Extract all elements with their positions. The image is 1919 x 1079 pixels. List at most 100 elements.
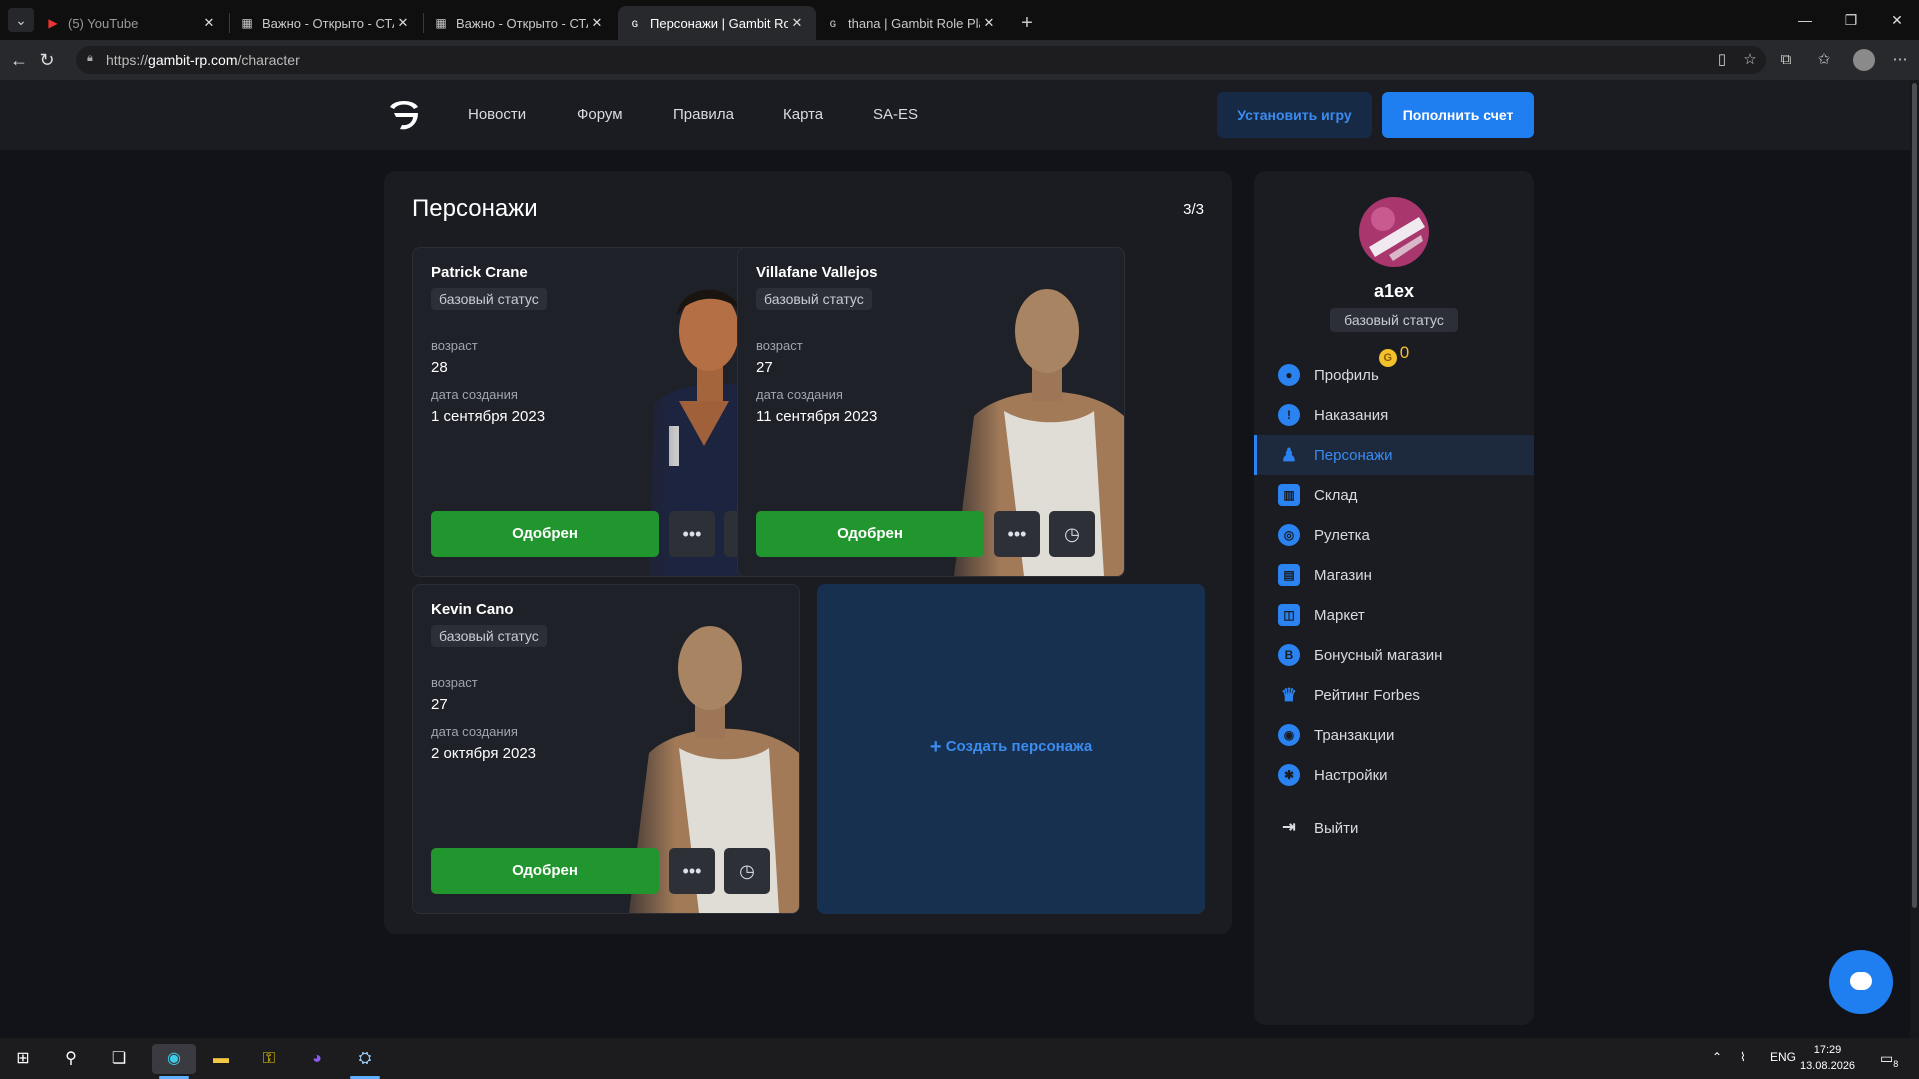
restore-window-icon[interactable]: ❐ — [1828, 8, 1874, 32]
windows-start-icon[interactable]: ⊞ — [8, 1044, 38, 1074]
gambit-icon: ɢ — [829, 16, 837, 30]
sidebar-item-store[interactable]: ▤ Магазин — [1254, 555, 1534, 595]
sidebar-item-bonus-store[interactable]: B Бонусный магазин — [1254, 635, 1534, 675]
character-card: Kevin Cano базовый статус возраст 27 дат… — [412, 584, 800, 914]
sidebar-item-punishments[interactable]: ! Наказания — [1254, 395, 1534, 435]
browser-address-bar: ← ↻ 🔒︎ https://gambit-rp.com/character ▯… — [0, 40, 1919, 80]
more-options-button[interactable]: ••• — [669, 511, 715, 557]
lock-app-icon[interactable]: ⚿ — [254, 1044, 284, 1074]
notifications-icon[interactable]: ▭8 — [1880, 1050, 1898, 1069]
tray-overflow-chevron-icon[interactable]: ⌃ — [1712, 1050, 1722, 1064]
plus-icon: + — [929, 736, 942, 758]
browser-profile-avatar[interactable] — [1853, 49, 1875, 71]
tab-youtube[interactable]: ▶ (5) YouTube ✕ — [36, 6, 228, 40]
support-chat-button[interactable] — [1829, 950, 1893, 1014]
close-tab-icon[interactable]: ✕ — [394, 15, 412, 31]
sidebar-item-label: Персонажи — [1314, 446, 1393, 464]
top-up-balance-button[interactable]: Пополнить счет — [1382, 92, 1534, 138]
sidebar-item-market[interactable]: ◫ Маркет — [1254, 595, 1534, 635]
edge-browser-icon[interactable]: ◉ — [152, 1044, 196, 1074]
age-value: 28 — [431, 359, 448, 376]
history-button[interactable]: ◷ — [724, 848, 770, 894]
more-options-button[interactable]: ••• — [994, 511, 1040, 557]
bonus-icon: B — [1278, 644, 1300, 666]
avatar[interactable] — [1359, 197, 1429, 267]
tab-characters[interactable]: ɢ Персонажи | Gambit Role Play ✕ — [618, 6, 816, 40]
created-date-label: дата создания — [756, 387, 843, 402]
nav-sa-es[interactable]: SA-ES — [873, 106, 918, 123]
nav-rules[interactable]: Правила — [673, 106, 734, 123]
windows-taskbar: ⊞ ⚲ ❏ ◉ ▬ ⚿ ◕ ⛭ ⌃ ⌇ ENG 17:29 13.08.2026… — [0, 1038, 1919, 1079]
sidebar-item-label: Рейтинг Forbes — [1314, 686, 1420, 704]
minimize-window-icon[interactable]: — — [1782, 8, 1828, 32]
sidebar-item-settings[interactable]: ✱ Настройки — [1254, 755, 1534, 795]
age-label: возраст — [431, 675, 478, 690]
age-label: возраст — [431, 338, 478, 353]
page-scrollbar-thumb[interactable] — [1912, 83, 1917, 908]
approved-status-button[interactable]: Одобрен — [431, 511, 659, 557]
more-options-button[interactable]: ••• — [669, 848, 715, 894]
discord-icon[interactable]: ◕ — [302, 1044, 332, 1074]
transactions-icon: ◉ — [1278, 724, 1300, 746]
approved-status-button[interactable]: Одобрен — [756, 511, 984, 557]
status-badge: базовый статус — [431, 625, 547, 647]
created-date-value: 2 октября 2023 — [431, 745, 536, 762]
character-card: Villafane Vallejos базовый статус возрас… — [737, 247, 1125, 577]
sidebar-item-label: Маркет — [1314, 606, 1365, 624]
taskbar-clock[interactable]: 17:29 13.08.2026 — [1800, 1042, 1855, 1074]
file-explorer-icon[interactable]: ▬ — [206, 1044, 236, 1074]
favorites-bar-icon[interactable]: ✩ — [1814, 50, 1834, 70]
close-tab-icon[interactable]: ✕ — [980, 15, 998, 31]
steam-icon[interactable]: ⛭ — [350, 1044, 380, 1074]
history-button[interactable]: ◷ — [1049, 511, 1095, 557]
extensions-icon[interactable]: ⧉ — [1776, 50, 1796, 70]
sidebar-item-profile[interactable]: ● Профиль — [1254, 355, 1534, 395]
site-info-icon[interactable]: 🔒︎ — [87, 52, 101, 66]
sidebar-item-forbes-rating[interactable]: ♛ Рейтинг Forbes — [1254, 675, 1534, 715]
sidebar-item-label: Настройки — [1314, 766, 1388, 784]
username: a1ex — [1373, 281, 1415, 301]
back-arrow-icon[interactable]: ← — [8, 49, 30, 71]
created-date-label: дата создания — [431, 724, 518, 739]
account-sidebar: a1ex базовый статус G0 ● Профиль ! Наказ… — [1254, 171, 1534, 1025]
sidebar-item-logout[interactable]: ⇥ Выйти — [1254, 808, 1534, 848]
sidebar-item-label: Рулетка — [1314, 526, 1370, 544]
tab-forum-2[interactable]: ▦ Важно - Открыто - СТАРТОВЫЙ ... ✕ — [424, 6, 616, 40]
more-dots-icon: ••• — [1007, 524, 1027, 544]
network-icon[interactable]: ⌇ — [1740, 1050, 1746, 1064]
close-window-icon[interactable]: ✕ — [1874, 8, 1919, 32]
sidebar-item-label: Наказания — [1314, 406, 1389, 424]
refresh-icon[interactable]: ↻ — [36, 49, 58, 71]
character-name: Kevin Cano — [431, 601, 514, 618]
tab-actions-menu-button[interactable]: ⌄ — [8, 8, 34, 32]
gambit-logo-icon[interactable] — [384, 95, 424, 135]
task-view-icon[interactable]: ❏ — [104, 1044, 134, 1074]
close-tab-icon[interactable]: ✕ — [588, 15, 606, 31]
favorite-star-icon[interactable]: ☆ — [1740, 50, 1760, 70]
nav-news[interactable]: Новости — [468, 106, 526, 123]
nav-forum[interactable]: Форум — [577, 106, 623, 123]
url-field[interactable]: 🔒︎ https://gambit-rp.com/character — [76, 46, 1766, 74]
search-icon[interactable]: ⚲ — [56, 1044, 86, 1074]
gambit-icon: ɢ — [631, 16, 639, 30]
more-dots-icon: ••• — [682, 524, 702, 544]
input-language[interactable]: ENG — [1770, 1050, 1796, 1064]
created-date-label: дата создания — [431, 387, 518, 402]
approved-status-button[interactable]: Одобрен — [431, 848, 659, 894]
sidebar-item-transactions[interactable]: ◉ Транзакции — [1254, 715, 1534, 755]
close-tab-icon[interactable]: ✕ — [200, 15, 218, 31]
sidebar-item-characters[interactable]: ♟ Персонажи — [1254, 435, 1534, 475]
nav-map[interactable]: Карта — [783, 106, 823, 123]
new-tab-button[interactable]: + — [1012, 6, 1042, 40]
reader-view-icon[interactable]: ▯ — [1712, 50, 1732, 70]
create-character-card[interactable]: + Создать персонажа — [817, 584, 1205, 914]
tab-forum-1[interactable]: ▦ Важно - Открыто - СТАРТОВЫЙ ... ✕ — [230, 6, 422, 40]
age-value: 27 — [431, 696, 448, 713]
age-value: 27 — [756, 359, 773, 376]
browser-menu-icon[interactable]: ⋯ — [1890, 50, 1910, 70]
close-tab-icon[interactable]: ✕ — [788, 15, 806, 31]
sidebar-item-roulette[interactable]: ◎ Рулетка — [1254, 515, 1534, 555]
install-game-button[interactable]: Установить игру — [1217, 92, 1372, 138]
tab-forum-thana[interactable]: ɢ thana | Gambit Role Play - Форум ✕ — [816, 6, 1008, 40]
sidebar-item-warehouse[interactable]: ▥ Склад — [1254, 475, 1534, 515]
